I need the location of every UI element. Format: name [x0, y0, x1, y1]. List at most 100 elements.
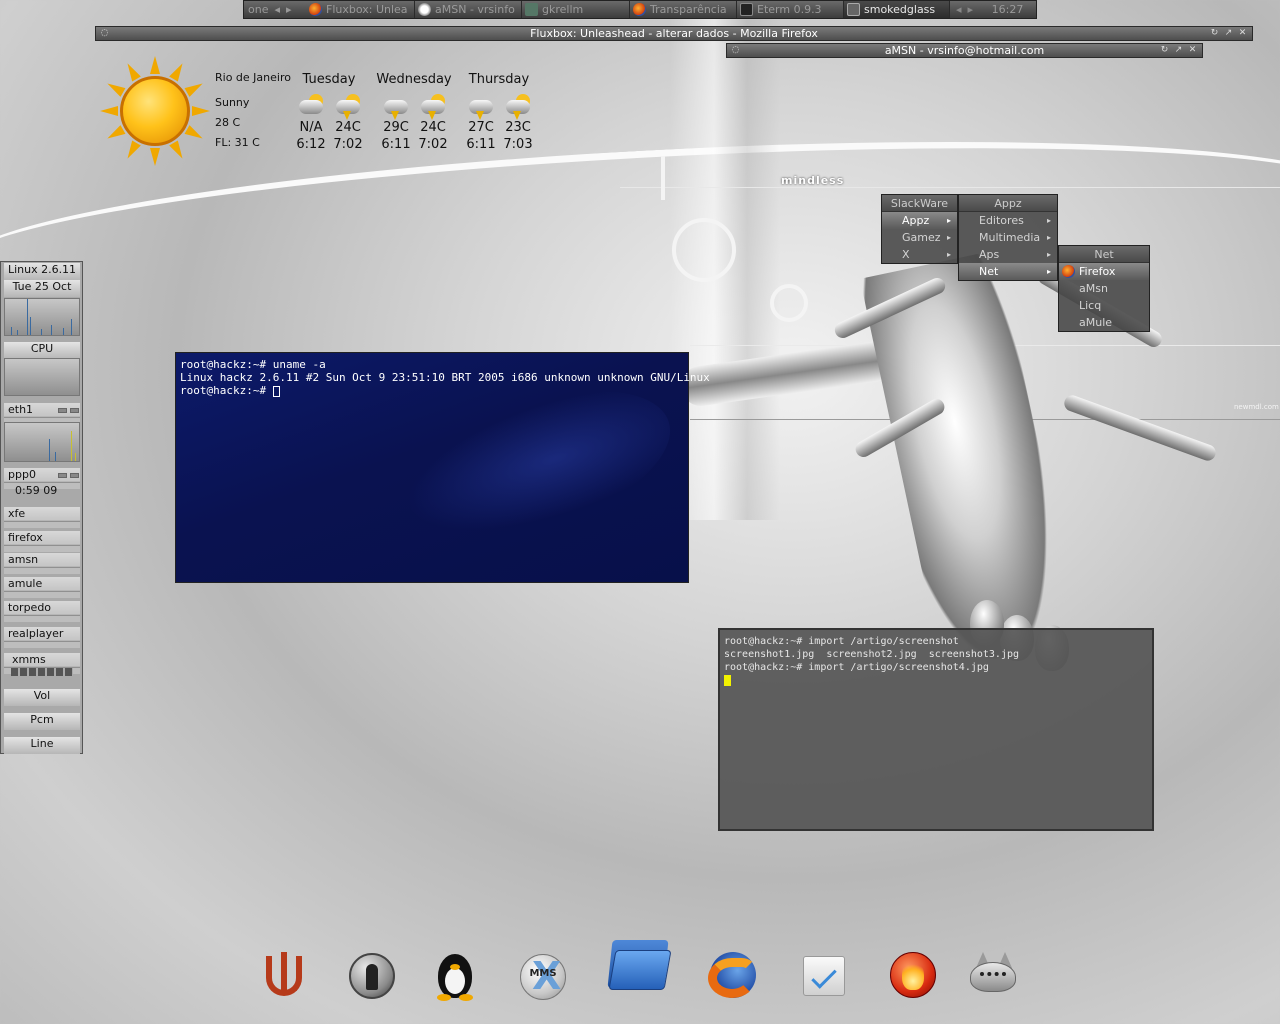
- menu-item-amsn[interactable]: aMsn: [1059, 280, 1149, 297]
- window-menu-icon[interactable]: ◌: [730, 45, 741, 56]
- submenu-arrow-icon: ▸: [1046, 267, 1051, 276]
- task-eterm[interactable]: Eterm 0.9.3: [737, 1, 844, 18]
- date-label: Tue 25 Oct: [4, 280, 80, 297]
- menu-item-appz[interactable]: Appz ▸: [882, 212, 957, 229]
- workspace-switcher[interactable]: one ◂ ▸: [244, 3, 306, 16]
- task-transparencia[interactable]: Transparência: [630, 1, 737, 18]
- forecast-low: N/A: [299, 120, 323, 135]
- maximize-icon[interactable]: ↗: [1173, 45, 1184, 56]
- forecast-day-name: Wednesday: [376, 72, 452, 87]
- forecast-sunrise: 6:11: [466, 137, 496, 152]
- wallpaper-credit: newmdl.com: [1234, 403, 1279, 411]
- forecast-high: 24C: [335, 120, 361, 135]
- launcher-amule[interactable]: amule: [4, 577, 80, 598]
- task-smokedglass[interactable]: smokedglass: [844, 1, 950, 18]
- firefox-icon[interactable]: [706, 948, 760, 1002]
- tux-icon[interactable]: [428, 948, 482, 1002]
- mixer-vol[interactable]: Vol: [4, 689, 80, 706]
- forecast-high: 23C: [505, 120, 531, 135]
- clock-chart: [4, 298, 80, 336]
- amsn-titlebar[interactable]: ◌ aMSN - vrsinfo@hotmail.com ↻ ↗ ✕: [726, 43, 1203, 58]
- launcher-torpedo[interactable]: torpedo: [4, 601, 80, 622]
- task-label: smokedglass: [864, 3, 936, 16]
- workspace-next-icon[interactable]: ▸: [286, 3, 292, 16]
- net-label: eth1: [8, 403, 34, 416]
- window-title: aMSN - vrsinfo@hotmail.com: [884, 44, 1045, 57]
- terminal-smokedglass[interactable]: root@hackz:~# import /artigo/screenshot …: [718, 628, 1154, 831]
- terminal-line: Linux hackz 2.6.11 #2 Sun Oct 9 23:51:10…: [180, 371, 710, 384]
- launcher-amsn[interactable]: amsn: [4, 553, 80, 574]
- appz-submenu: Appz Editores ▸ Multimedia ▸ Aps ▸ Net ▸: [958, 194, 1058, 281]
- storm-icon: [334, 94, 362, 120]
- menu-item-aps[interactable]: Aps ▸: [959, 246, 1057, 263]
- sunny-weather-icon: [100, 56, 210, 166]
- window-menu-icon[interactable]: ◌: [99, 28, 110, 39]
- rx-led-icon: [58, 408, 67, 413]
- forecast-sunrise: 6:12: [296, 137, 326, 152]
- task-amsn[interactable]: aMSN - vrsinfo: [415, 1, 522, 18]
- maximize-icon[interactable]: ↗: [1223, 28, 1234, 39]
- launcher-xfe[interactable]: xfe: [4, 507, 80, 528]
- forecast-low: 27C: [468, 120, 494, 135]
- close-icon[interactable]: ✕: [1237, 28, 1248, 39]
- task-gkrellm[interactable]: gkrellm: [522, 1, 630, 18]
- forecast-high: 24C: [420, 120, 446, 135]
- launcher-realplayer[interactable]: realplayer: [4, 627, 80, 648]
- storm-icon: [467, 94, 495, 120]
- submenu-arrow-icon: ▸: [1046, 233, 1051, 242]
- forecast-sunset: 7:02: [333, 137, 363, 152]
- tx-led-icon: [70, 473, 79, 478]
- menu-item-editores[interactable]: Editores ▸: [959, 212, 1057, 229]
- counter-strike-icon[interactable]: [346, 948, 400, 1002]
- root-menu: SlackWare Appz ▸ Gamez ▸ X ▸: [881, 194, 958, 264]
- terminal-icon: [847, 3, 860, 16]
- eterm-icon: [740, 3, 753, 16]
- gimp-icon[interactable]: [966, 948, 1020, 1002]
- menu-item-firefox[interactable]: Firefox: [1059, 263, 1149, 280]
- weather-city: Rio de Janeiro: [215, 71, 291, 84]
- cpu-chart: [4, 358, 80, 396]
- rx-led-icon: [58, 473, 67, 478]
- quake3-icon[interactable]: [256, 948, 310, 1002]
- task-scroll: ◂ ▸: [950, 3, 979, 16]
- menu-item-x[interactable]: X ▸: [882, 246, 957, 263]
- wallpaper-ring: [672, 218, 736, 282]
- mixer-pcm[interactable]: Pcm: [4, 713, 80, 730]
- forecast-sunset: 7:03: [503, 137, 533, 152]
- iconify-icon[interactable]: ↻: [1159, 45, 1170, 56]
- task-prev-icon[interactable]: ◂: [956, 3, 962, 16]
- task-next-icon[interactable]: ▸: [968, 3, 974, 16]
- task-label: Transparência: [650, 3, 727, 16]
- menu-item-multimedia[interactable]: Multimedia ▸: [959, 229, 1057, 246]
- mixer-line[interactable]: Line: [4, 737, 80, 754]
- terminal-line: root@hackz:~# import /artigo/screenshot4…: [724, 662, 989, 673]
- tx-led-icon: [70, 408, 79, 413]
- terminal-cursor: [272, 385, 280, 397]
- menu-item-amule[interactable]: aMule: [1059, 314, 1149, 331]
- menu-title: Appz: [959, 195, 1057, 212]
- firefox-icon: [309, 3, 322, 16]
- folder-icon[interactable]: [607, 934, 672, 994]
- terminal-blue[interactable]: root@hackz:~# uname -a Linux hackz 2.6.1…: [175, 352, 710, 583]
- mail-icon[interactable]: [797, 948, 851, 1002]
- menu-item-net[interactable]: Net ▸: [959, 263, 1057, 280]
- wallpaper-ring-small: [770, 284, 808, 322]
- mms-icon[interactable]: X MMS: [516, 948, 570, 1002]
- task-label: Eterm 0.9.3: [757, 3, 822, 16]
- menu-item-licq[interactable]: Licq: [1059, 297, 1149, 314]
- wallpaper-logo: mindless: [781, 174, 845, 187]
- submenu-arrow-icon: ▸: [1046, 216, 1051, 225]
- close-icon[interactable]: ✕: [1187, 45, 1198, 56]
- task-firefox[interactable]: Fluxbox: Unlea: [306, 1, 415, 18]
- launcher-firefox[interactable]: firefox: [4, 531, 80, 552]
- submenu-arrow-icon: ▸: [946, 233, 951, 242]
- fire-icon[interactable]: [886, 948, 940, 1002]
- firefox-titlebar[interactable]: ◌ Fluxbox: Unleashead - alterar dados - …: [95, 26, 1253, 41]
- iconify-icon[interactable]: ↻: [1209, 28, 1220, 39]
- terminal-cursor: [724, 674, 731, 686]
- workspace-prev-icon[interactable]: ◂: [274, 3, 280, 16]
- xmms-controls[interactable]: [11, 668, 73, 676]
- menu-item-gamez[interactable]: Gamez ▸: [882, 229, 957, 246]
- menu-title: Net: [1059, 246, 1149, 263]
- submenu-arrow-icon: ▸: [946, 250, 951, 259]
